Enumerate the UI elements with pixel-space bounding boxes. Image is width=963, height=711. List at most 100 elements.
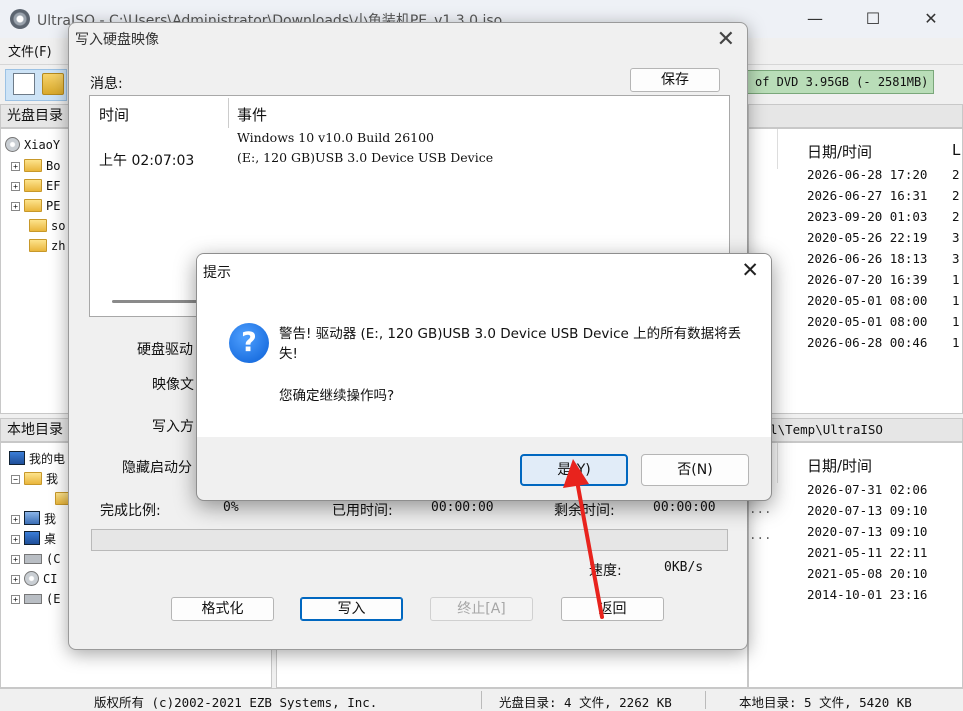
tree-label: so [51,219,66,233]
tree-label: (C [46,552,61,566]
open-folder-icon[interactable] [42,73,64,95]
menu-file[interactable]: 文件(F) [8,41,52,60]
tree-label: PE [46,199,61,213]
column-header-date[interactable]: 日期/时间 [807,141,872,162]
new-file-icon[interactable] [13,73,35,95]
tree-label: 桌 [44,532,57,546]
remaining-label: 剩余时间: [554,503,615,519]
minimize-button[interactable]: — [786,0,844,38]
tree-item[interactable]: + EF [11,176,60,196]
elapsed-label: 已用时间: [332,503,393,519]
hide-boot-partition-label: 隐藏启动分 [122,460,192,476]
date-cell: 2020-05-01 08:00 [807,314,928,329]
folder-icon [29,239,47,252]
log-time-cell: 上午 02:07:03 [99,153,195,169]
maximize-button[interactable]: ☐ [844,0,902,38]
column-header-l[interactable]: L [952,141,960,159]
tree-label: 我的电 [29,452,66,466]
l-cell: 1 [952,335,960,350]
format-button[interactable]: 格式化 [171,597,274,621]
speed-value: 0KB/s [664,560,704,575]
column-header-date[interactable]: 日期/时间 [807,455,872,476]
tree-label: 我 [46,472,59,486]
drive-icon [24,554,42,564]
tree-item[interactable]: + Bo [11,156,60,176]
log-header-time: 时间 [99,106,130,124]
close-button[interactable]: ✕ [902,0,960,38]
date-cell: 2026-06-27 16:31 [807,188,928,203]
tree-item-root[interactable]: 我的电 [9,449,65,469]
l-cell: 2 [952,188,960,203]
tree-label: zh [51,239,66,253]
date-cell: 2021-05-08 20:10 [807,566,928,581]
date-cell: 2023-09-20 01:03 [807,209,928,224]
cd-file-list[interactable]: 日期/时间 L 2026-06-28 17:20 2 2026-06-27 16… [748,128,963,414]
confirm-title: 提示 [203,265,231,281]
tree-item[interactable]: so [29,216,65,236]
date-cell: 2020-07-13 09:10 [807,503,928,518]
date-cell: 2026-07-20 16:39 [807,272,928,287]
date-cell: 2020-05-01 08:00 [807,293,928,308]
back-button[interactable]: 返回 [561,597,664,621]
confirm-dialog: 提示 ✕ ? 警告! 驱动器 (E:, 120 GB)USB 3.0 Devic… [196,253,772,501]
write-method-label: 写入方 [152,419,194,435]
tree-item[interactable]: zh [29,236,65,256]
log-header-event: 事件 [237,106,268,124]
dialog-close-icon[interactable]: ✕ [717,27,735,52]
truncated-cell: ... [749,501,772,516]
date-cell: 2026-07-31 02:06 [807,482,928,497]
date-cell: 2014-10-01 23:16 [807,587,928,602]
log-event-line: (E:, 120 GB)USB 3.0 Device USB Device [237,150,494,165]
computer-icon [9,451,25,465]
date-cell: 2020-07-13 09:10 [807,524,928,539]
folder-icon [24,199,42,212]
l-cell: 2 [952,209,960,224]
cd-list-header-strip [748,104,963,128]
progress-value: 0% [223,500,239,515]
folder-icon [24,179,42,192]
tree-item[interactable]: + CI [11,569,57,589]
drive-icon [24,594,42,604]
tree-label: Bo [46,159,61,173]
confirm-question: 您确定继续操作吗? [279,388,395,404]
cd-directory-status: 光盘目录: 4 文件, 2262 KB [499,695,672,710]
cd-drive-icon [24,571,39,586]
tree-item[interactable]: + (C [11,549,60,569]
tree-item[interactable]: + 桌 [11,529,56,549]
abort-button[interactable]: 终止[A] [430,597,533,621]
local-file-list[interactable]: ... ... 日期/时间 2026-07-31 02:06 2020-07-1… [748,442,963,688]
dialog-title: 写入硬盘映像 [75,32,159,48]
cd-icon [5,137,20,152]
no-button[interactable]: 否(N) [641,454,749,486]
progress-bar [91,529,728,551]
ultraiso-disc-icon [10,9,30,29]
tree-label: EF [46,179,61,193]
tree-item[interactable]: + PE [11,196,60,216]
local-directory-status: 本地目录: 5 文件, 5420 KB [739,695,912,710]
l-cell: 1 [952,272,960,287]
message-label: 消息: [90,76,123,92]
date-cell: 2020-05-26 22:19 [807,230,928,245]
image-file-label: 映像文 [152,377,194,393]
tree-item[interactable]: − 我 [11,469,58,489]
yes-button[interactable]: 是(Y) [520,454,628,486]
local-path-bar[interactable]: cal\Temp\UltraISO [748,418,963,442]
desktop-icon [24,531,40,545]
write-button[interactable]: 写入 [300,597,403,621]
remaining-value: 00:00:00 [653,500,716,515]
confirm-title-bar: 提示 ✕ [197,254,771,287]
status-bar: 版权所有 (c)2002-2021 EZB Systems, Inc. 光盘目录… [0,688,963,711]
folder-icon [29,219,47,232]
tree-label: (E [46,592,61,606]
tree-item[interactable]: + 我 [11,509,56,529]
capacity-indicator: of DVD 3.95GB (- 2581MB) [746,70,934,94]
save-button[interactable]: 保存 [630,68,720,92]
tree-item[interactable]: + (E [11,589,60,609]
truncated-cell: ... [749,527,772,542]
column-divider [228,98,229,128]
disk-drive-label: 硬盘驱动 [137,342,193,358]
l-cell: 1 [952,314,960,329]
documents-icon [24,472,42,485]
confirm-close-icon[interactable]: ✕ [741,258,759,282]
tree-item-root[interactable]: XiaoY [5,135,60,155]
